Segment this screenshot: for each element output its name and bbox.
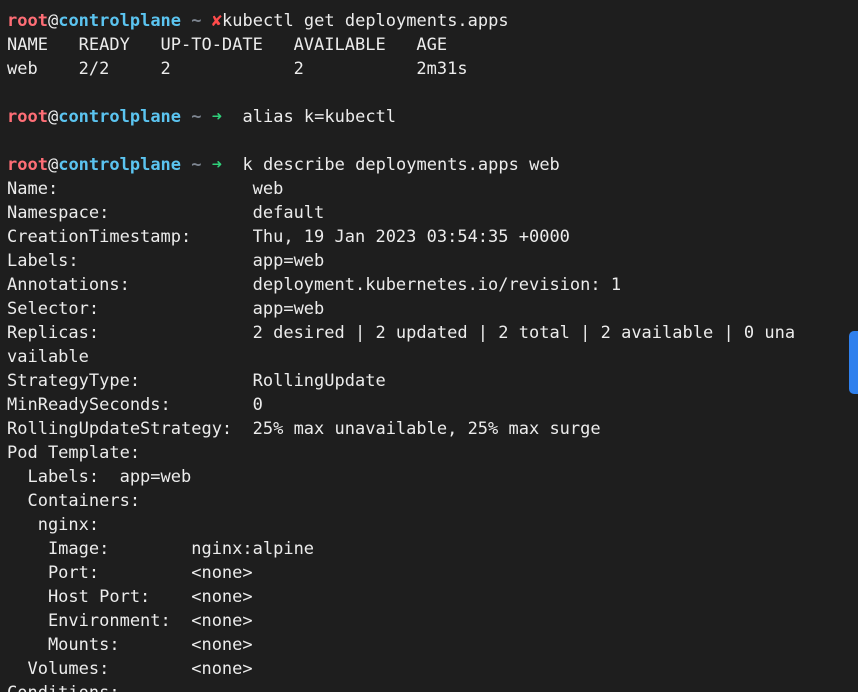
output-line: Selector: app=web [7, 299, 325, 319]
command-text: k describe deployments.apps web [242, 155, 560, 175]
output-line: web 2/2 2 2 2m31s [7, 59, 468, 79]
prompt-fail-icon: ✘ [211, 11, 223, 31]
output-line: Replicas: 2 desired | 2 updated | 2 tota… [7, 323, 796, 343]
output-line: Volumes: <none> [7, 659, 253, 679]
prompt-line-describe: root@controlplane ~ ➜ k describe deploym… [7, 153, 858, 177]
prompt-at: @ [47, 11, 59, 31]
output-line: Annotations: deployment.kubernetes.io/re… [7, 275, 622, 295]
prompt-host: controlplane [58, 107, 182, 127]
output-line: vailable [7, 347, 89, 367]
output-line: Namespace: default [7, 203, 325, 223]
prompt-dir: ~ [191, 11, 202, 31]
output-line: Host Port: <none> [7, 587, 253, 607]
output-line: StrategyType: RollingUpdate [7, 371, 386, 391]
prompt-host: controlplane [58, 11, 182, 31]
scrollbar-thumb[interactable] [849, 331, 858, 394]
output-line: Labels: app=web [7, 467, 192, 487]
output-line: Environment: <none> [7, 611, 253, 631]
output-line: CreationTimestamp: Thu, 19 Jan 2023 03:5… [7, 227, 570, 247]
prompt-dir: ~ [191, 155, 202, 175]
output-line: RollingUpdateStrategy: 25% max unavailab… [7, 419, 601, 439]
prompt-user: root [7, 107, 48, 127]
terminal-window[interactable]: root@controlplane ~ ✘kubectl get deploym… [0, 0, 858, 692]
output-line: Pod Template: [7, 443, 141, 463]
prompt-at: @ [47, 155, 59, 175]
prompt-host: controlplane [58, 155, 182, 175]
prompt-line-alias: root@controlplane ~ ➜ alias k=kubectl [7, 105, 858, 129]
output-line: NAME READY UP-TO-DATE AVAILABLE AGE [7, 35, 448, 55]
prompt-at: @ [47, 107, 59, 127]
command-text: alias k=kubectl [242, 107, 397, 127]
output-line: Port: <none> [7, 563, 253, 583]
output-line: Containers: [7, 491, 141, 511]
output-line: nginx: [7, 515, 100, 535]
output-line: MinReadySeconds: 0 [7, 395, 263, 415]
prompt-user: root [7, 11, 48, 31]
prompt-user: root [7, 155, 48, 175]
prompt-ok-icon: ➜ [211, 107, 223, 127]
output-line: Image: nginx:alpine [7, 539, 315, 559]
output-line: Conditions: [7, 681, 858, 692]
command-text: kubectl get deployments.apps [222, 11, 509, 31]
output-line: Mounts: <none> [7, 635, 253, 655]
output-line: Labels: app=web [7, 251, 325, 271]
prompt-line-get: root@controlplane ~ ✘kubectl get deploym… [7, 9, 858, 33]
prompt-dir: ~ [191, 107, 202, 127]
prompt-ok-icon: ➜ [211, 155, 223, 175]
output-line: Name: web [7, 179, 284, 199]
